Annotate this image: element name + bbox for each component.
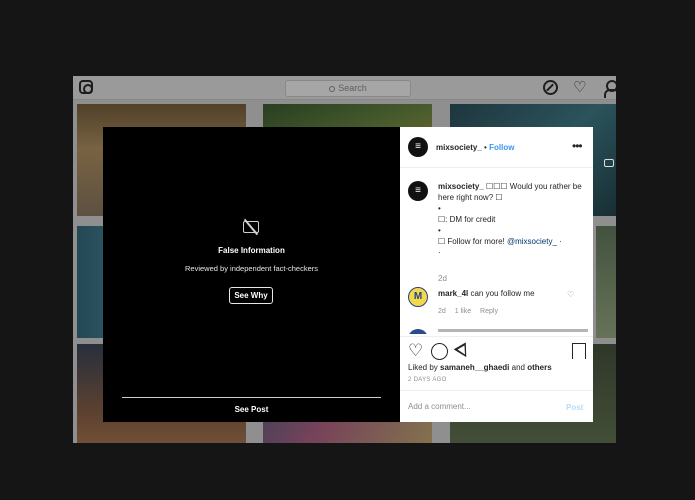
caption-tail: · bbox=[559, 237, 562, 246]
false-information-title: False Information bbox=[218, 246, 285, 255]
caption-line: • bbox=[438, 204, 441, 213]
instagram-logo-icon[interactable] bbox=[79, 80, 93, 94]
more-options-icon[interactable]: ••• bbox=[572, 139, 583, 153]
post-timestamp: 2 DAYS AGO bbox=[408, 377, 447, 383]
hidden-content-icon bbox=[242, 218, 260, 236]
see-post-divider bbox=[122, 397, 381, 398]
liked-by-line: Liked by samaneh__ghaedi and others bbox=[408, 363, 552, 372]
post-comment-button[interactable]: Post bbox=[566, 403, 583, 412]
comment-reply-button[interactable]: Reply bbox=[480, 308, 498, 315]
grid-post-thumbnail[interactable] bbox=[596, 226, 616, 338]
post-header: mixsociety_ • Follow bbox=[436, 143, 514, 152]
liked-by-username[interactable]: samaneh__ghaedi bbox=[440, 363, 509, 372]
header-separator: • bbox=[484, 143, 487, 152]
next-comment-partial bbox=[408, 329, 593, 334]
comment: mark_4l can you follow me bbox=[438, 289, 535, 298]
author-avatar[interactable] bbox=[408, 137, 428, 157]
fact-check-subtitle: Reviewed by independent fact-checkers bbox=[185, 264, 318, 273]
add-comment-input[interactable] bbox=[408, 402, 558, 411]
top-nav: Search ♡ bbox=[73, 76, 616, 100]
caption-end: · bbox=[438, 248, 441, 257]
post-media-pane: False Information Reviewed by independen… bbox=[103, 127, 400, 422]
activity-heart-icon[interactable]: ♡ bbox=[573, 80, 588, 95]
see-post-button[interactable]: See Post bbox=[103, 405, 400, 414]
author-username[interactable]: mixsociety_ bbox=[436, 143, 482, 152]
commenter-username[interactable]: mark_4l bbox=[438, 289, 468, 298]
liked-by-prefix: Liked by bbox=[408, 363, 438, 372]
comment-time: 2d bbox=[438, 308, 446, 315]
like-heart-icon[interactable]: ♡ bbox=[408, 342, 424, 359]
search-input[interactable]: Search bbox=[285, 80, 411, 97]
caption-line: ☐: DM for credit bbox=[438, 215, 496, 224]
search-icon bbox=[329, 85, 336, 92]
follow-button[interactable]: Follow bbox=[489, 143, 514, 152]
actions-divider bbox=[400, 336, 593, 337]
liked-by-others[interactable]: others bbox=[527, 363, 551, 372]
caption-mention-link[interactable]: @mixsociety_ bbox=[507, 237, 557, 246]
caption-line: ☐ Follow for more! bbox=[438, 237, 505, 246]
share-paper-plane-icon[interactable] bbox=[455, 343, 471, 359]
header-divider bbox=[400, 167, 593, 168]
see-why-button[interactable]: See Why bbox=[229, 287, 273, 304]
comment-bubble-icon[interactable] bbox=[431, 343, 448, 360]
video-indicator-icon bbox=[604, 159, 614, 167]
add-comment-divider bbox=[400, 390, 593, 391]
caption-timestamp: 2d bbox=[438, 274, 447, 283]
save-bookmark-icon[interactable] bbox=[572, 343, 593, 364]
post-caption: mixsociety_ ☐☐☐ Would you rather be here… bbox=[438, 181, 588, 258]
liked-by-and: and bbox=[511, 363, 525, 372]
comment-text: can you follow me bbox=[470, 289, 535, 298]
comment-like-heart-icon[interactable]: ♡ bbox=[567, 290, 574, 299]
explore-compass-icon[interactable] bbox=[543, 80, 558, 95]
caption-line: • bbox=[438, 226, 441, 235]
search-placeholder: Search bbox=[338, 83, 367, 93]
post-details-pane: mixsociety_ • Follow ••• mixsociety_ ☐☐☐… bbox=[400, 127, 593, 422]
comment-likes[interactable]: 1 like bbox=[455, 308, 471, 315]
caption-username[interactable]: mixsociety_ bbox=[438, 182, 484, 191]
screenshot-stage: Search ♡ False Information Reviewed by i… bbox=[0, 0, 695, 500]
caption-avatar[interactable] bbox=[408, 181, 428, 201]
commenter-avatar[interactable] bbox=[408, 287, 428, 307]
profile-icon[interactable] bbox=[604, 80, 616, 98]
comment-meta: 2d 1 like Reply bbox=[438, 308, 505, 315]
